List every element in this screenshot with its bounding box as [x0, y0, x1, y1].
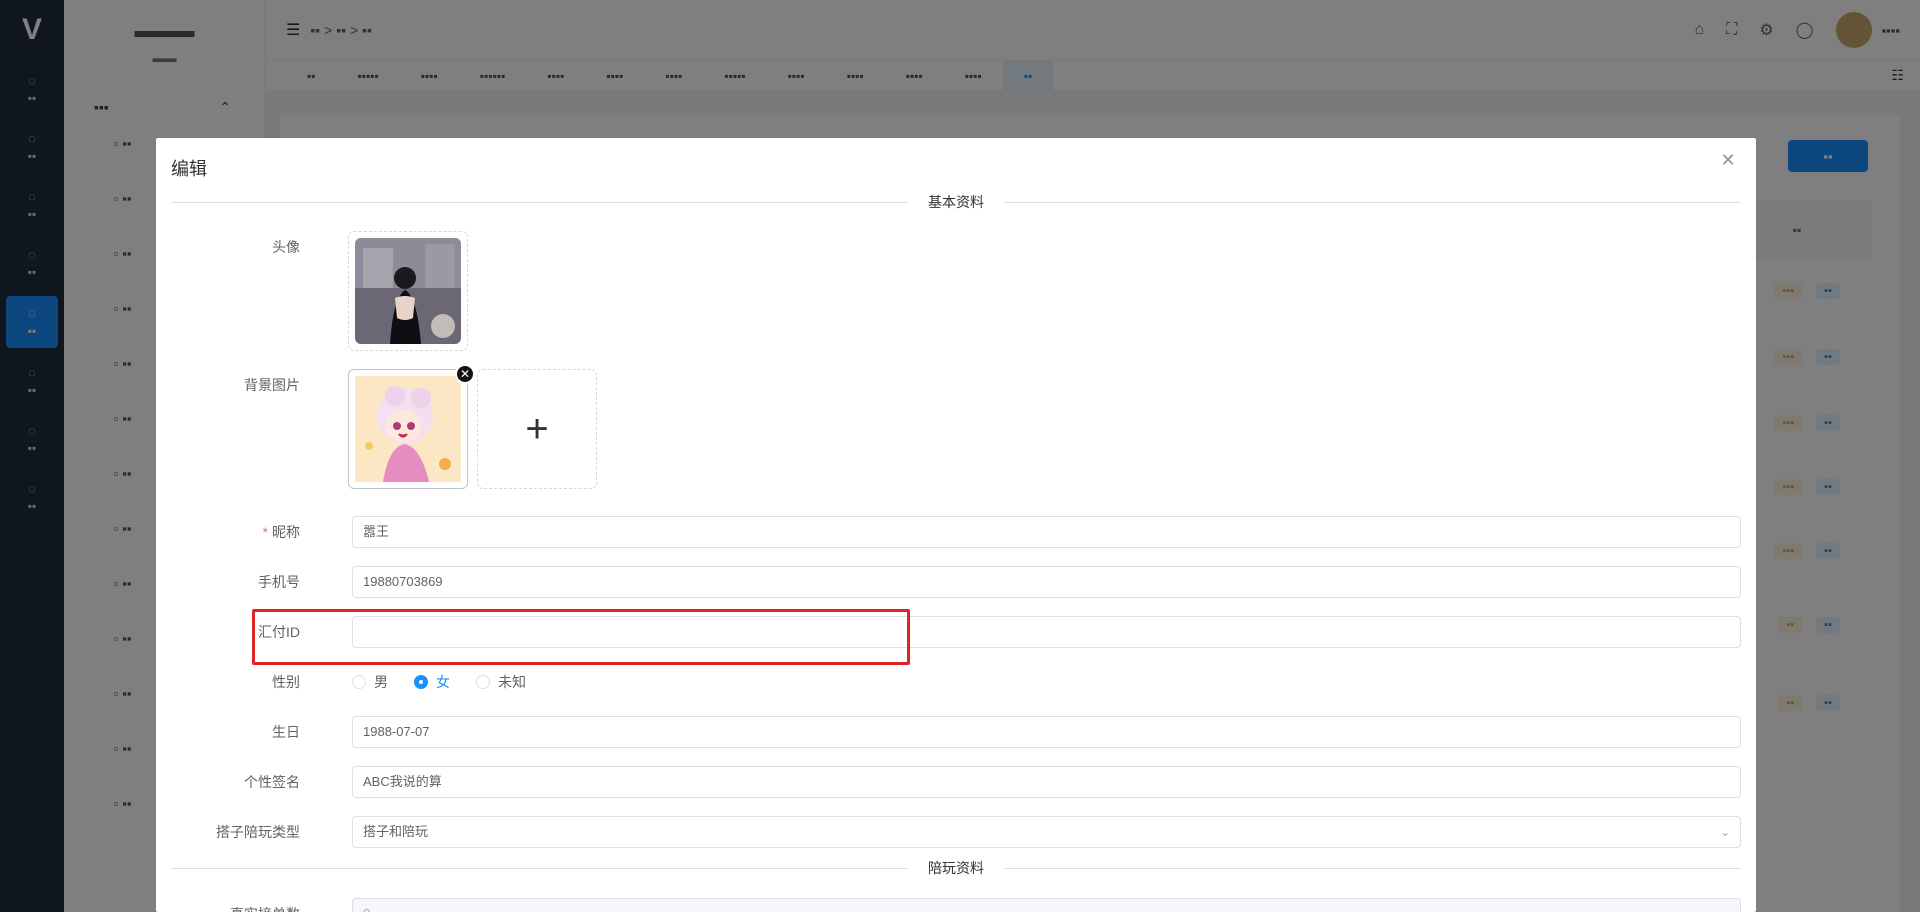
signature-label: 个性签名	[244, 774, 300, 790]
plus-icon[interactable]: +	[477, 369, 597, 489]
birthday-label: 生日	[272, 724, 300, 740]
gender-label: 性别	[272, 674, 300, 690]
signature-input[interactable]: ABC我说的算	[352, 766, 1741, 798]
background-label: 背景图片	[244, 377, 300, 393]
birthday-input[interactable]: 1988-07-07	[352, 716, 1741, 748]
avatar-label: 头像	[272, 239, 300, 255]
huifu-id-label: 汇付ID	[258, 624, 300, 640]
section-divider-basic: 基本资料	[171, 192, 1741, 212]
companion-type-label: 搭子陪玩类型	[216, 824, 300, 840]
phone-label: 手机号	[258, 574, 300, 590]
edit-dialog: 编辑 ✕ 基本资料 头像 背景图片 ✕ + * 昵称 嚣王 手机号 198807…	[156, 138, 1756, 912]
avatar-upload[interactable]	[348, 231, 468, 351]
avatar-image	[355, 238, 461, 344]
background-image-item[interactable]: ✕	[348, 364, 475, 489]
phone-input[interactable]: 19880703869	[352, 566, 1741, 598]
gender-option-unknown[interactable]: 未知	[476, 672, 526, 692]
gender-option-male[interactable]: 男	[352, 672, 388, 692]
gender-option-female[interactable]: 女	[414, 672, 450, 692]
section-title-companion: 陪玩资料	[908, 858, 1004, 878]
background-image	[355, 376, 461, 482]
section-title-basic: 基本资料	[908, 192, 1004, 212]
section-divider-companion: 陪玩资料	[171, 858, 1741, 878]
dialog-title: 编辑	[171, 159, 207, 179]
gender-radio-group: 男 女 未知	[352, 666, 1741, 698]
companion-type-select[interactable]: 搭子和陪玩 ⌄	[352, 816, 1741, 848]
required-mark: *	[262, 524, 268, 540]
nickname-label: 昵称	[272, 524, 300, 540]
radio-circle-checked[interactable]	[414, 675, 428, 689]
companion-type-value: 搭子和陪玩	[363, 824, 429, 839]
radio-circle[interactable]	[476, 675, 490, 689]
huifu-id-input[interactable]	[352, 616, 1741, 648]
real-orders-input[interactable]: 0	[352, 898, 1741, 912]
close-icon[interactable]: ✕	[1718, 150, 1738, 170]
chevron-down-icon: ⌄	[1719, 825, 1730, 839]
remove-image-icon[interactable]: ✕	[455, 364, 475, 384]
real-orders-label: 真实接单数	[172, 898, 312, 912]
radio-circle[interactable]	[352, 675, 366, 689]
nickname-input[interactable]: 嚣王	[352, 516, 1741, 548]
